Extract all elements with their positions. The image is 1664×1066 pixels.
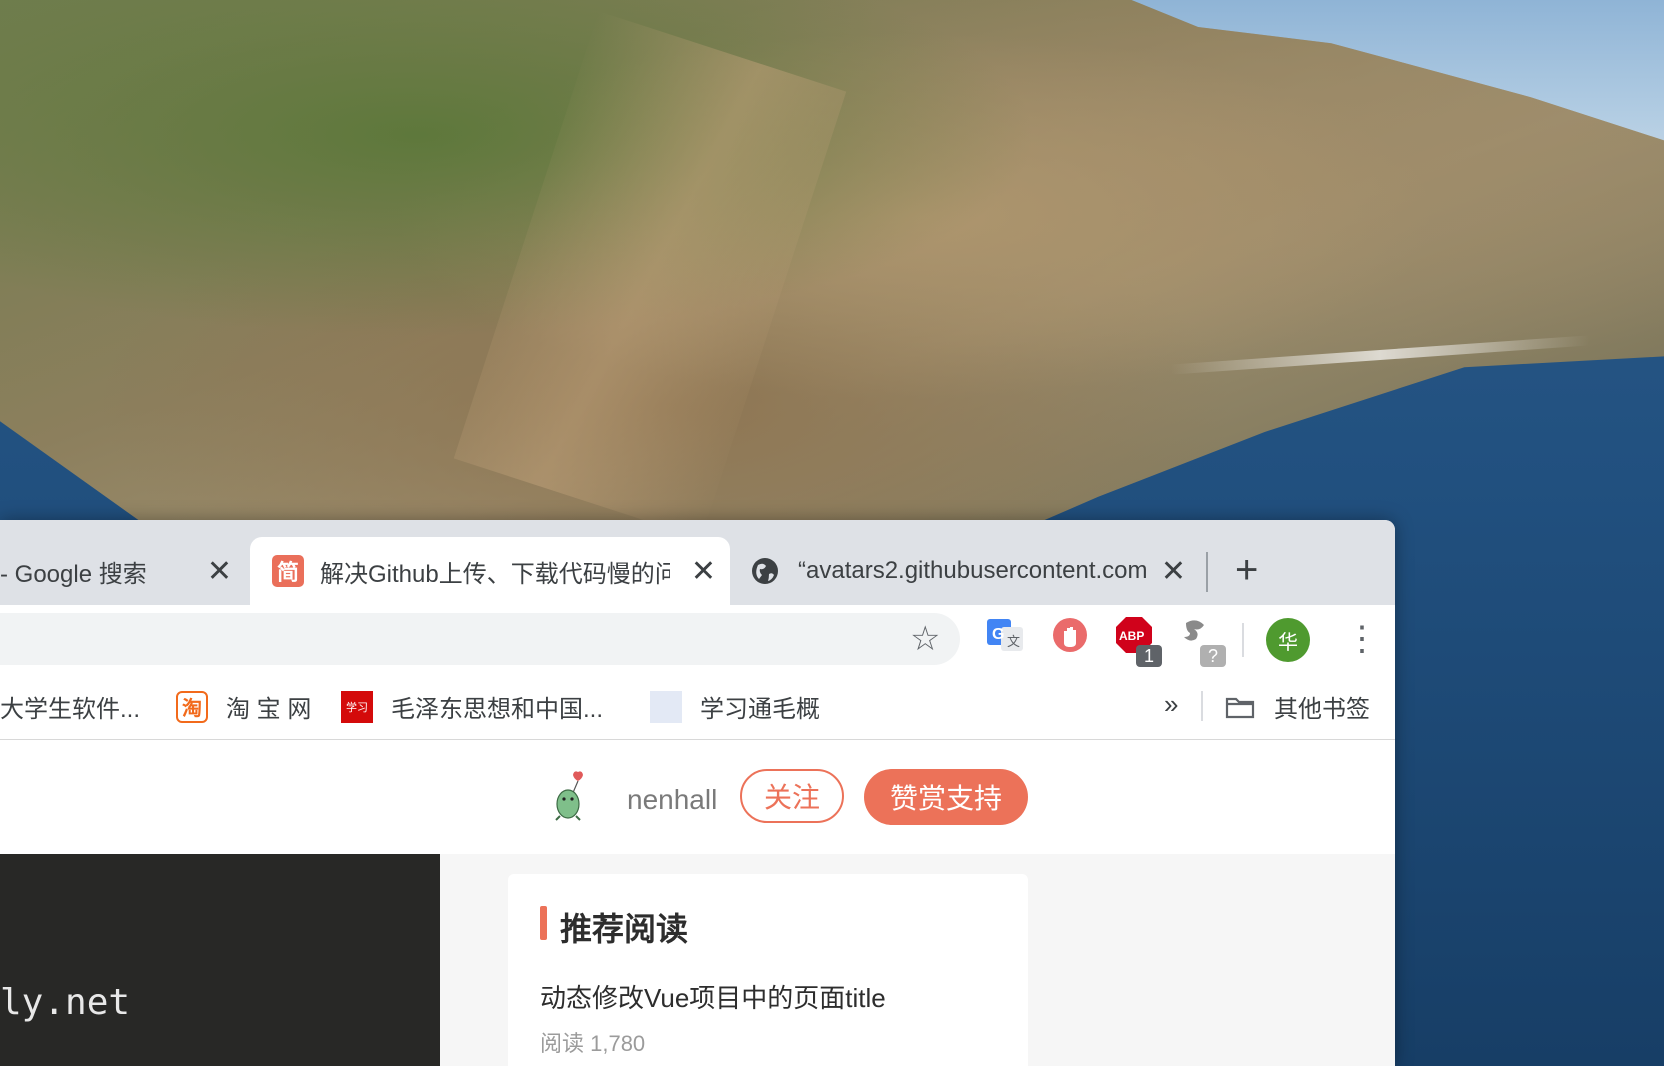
globe-icon	[752, 558, 778, 584]
recommend-item-title[interactable]: 动态修改Vue项目中的页面title	[540, 978, 886, 1015]
bookmark-item[interactable]: 淘 淘 宝 网	[176, 689, 311, 724]
bookmark-label: 大学生软件...	[0, 696, 141, 723]
bookmark-item[interactable]: 大学生软件...	[0, 689, 140, 724]
browser-toolbar: ☆ G 文 ABP 1 ? 华 ⋮	[0, 605, 1395, 673]
recommend-card: 推荐阅读 动态修改Vue项目中的页面title 阅读 1,780	[508, 874, 1028, 1066]
address-bar[interactable]: ☆	[0, 613, 960, 665]
toolbar-divider	[1242, 623, 1244, 657]
page-content: nenhall 关注 赞赏支持 ly.net 推荐阅读 动态修改Vue项目中的页…	[0, 740, 1395, 1066]
section-accent-bar	[540, 906, 547, 940]
code-line: ly.net	[0, 982, 131, 1023]
follow-button[interactable]: 关注	[740, 769, 844, 823]
adblock-label: ABP	[1119, 629, 1144, 643]
tab-title: - Google 搜索	[0, 560, 147, 588]
browser-window: - Google 搜索 ✕ 简 解决Github上传、下载代码慢的问 ✕ “av…	[0, 520, 1395, 1066]
adblock-badge: 1	[1136, 645, 1162, 667]
extension-badge: ?	[1200, 645, 1226, 667]
wallpaper-mountain	[0, 0, 1664, 540]
bookmark-label: 毛泽东思想和中国...	[391, 696, 604, 723]
bookmarks-overflow-button[interactable]: »	[1164, 689, 1178, 720]
browser-menu-icon[interactable]: ⋮	[1345, 611, 1379, 667]
svg-text:文: 文	[1007, 634, 1020, 649]
svg-text:G: G	[992, 626, 1004, 643]
tab-title: 解决Github上传、下载代码慢的问	[320, 560, 670, 588]
profile-avatar[interactable]: 华	[1266, 618, 1310, 662]
tip-support-button[interactable]: 赞赏支持	[864, 769, 1028, 825]
bookmarks-bar: 大学生软件... 淘 淘 宝 网 学习 毛泽东思想和中国... 学习通毛概 » …	[0, 673, 1395, 740]
close-icon[interactable]: ✕	[1161, 554, 1186, 589]
blank-page-icon	[650, 690, 682, 723]
code-block: ly.net	[0, 854, 440, 1066]
google-translate-icon[interactable]: G 文	[985, 615, 1025, 655]
tab-strip: - Google 搜索 ✕ 简 解决Github上传、下载代码慢的问 ✕ “av…	[0, 520, 1395, 605]
new-tab-button[interactable]: +	[1235, 550, 1258, 590]
recommend-heading: 推荐阅读	[560, 911, 689, 947]
tab-title: “avatars2.githubusercontent.com	[798, 557, 1148, 584]
xuexi-icon: 学习	[341, 690, 373, 723]
bookmark-item[interactable]: 学习通毛概	[650, 689, 820, 724]
close-icon[interactable]: ✕	[691, 554, 716, 589]
author-name[interactable]: nenhall	[627, 784, 717, 816]
recommend-item-reads: 阅读 1,780	[540, 1031, 646, 1056]
other-bookmarks[interactable]: 其他书签	[1224, 689, 1370, 724]
bookmark-label: 学习通毛概	[700, 696, 820, 723]
bookmarks-divider	[1201, 691, 1203, 721]
taobao-icon: 淘	[176, 690, 208, 723]
jianshu-favicon-icon: 简	[272, 555, 304, 587]
author-avatar[interactable]	[548, 770, 592, 822]
tab-avatars-github[interactable]: “avatars2.githubusercontent.com ✕	[750, 537, 1200, 605]
folder-icon	[1225, 697, 1255, 718]
bookmark-star-icon[interactable]: ☆	[910, 619, 940, 659]
tab-separator	[1206, 552, 1208, 592]
close-icon[interactable]: ✕	[207, 554, 232, 589]
tab-google-search[interactable]: - Google 搜索 ✕	[0, 537, 246, 605]
author-bar: nenhall 关注 赞赏支持	[0, 740, 1395, 854]
bookmark-label: 淘 宝 网	[226, 696, 312, 723]
hand-stop-icon[interactable]	[1050, 615, 1090, 655]
tab-jianshu-article[interactable]: 简 解决Github上传、下载代码慢的问 ✕	[250, 537, 730, 605]
bookmark-item[interactable]: 学习 毛泽东思想和中国...	[341, 689, 603, 724]
other-bookmarks-label: 其他书签	[1274, 696, 1370, 723]
